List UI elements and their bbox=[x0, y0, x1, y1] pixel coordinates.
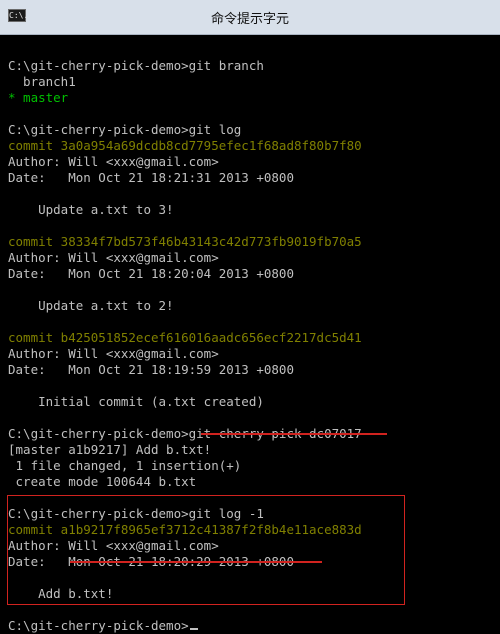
console-line: Author: Will <xxx@gmail.com> bbox=[8, 250, 492, 266]
git-log-highlight-box bbox=[7, 495, 405, 605]
console-line-text: C:\git-cherry-pick-demo> bbox=[8, 618, 189, 633]
console-line: commit b425051852ecef616016aadc656ecf221… bbox=[8, 330, 492, 346]
console-line: 1 file changed, 1 insertion(+) bbox=[8, 458, 492, 474]
console-line-text: Update a.txt to 3! bbox=[8, 202, 174, 217]
console-line: Date: Mon Oct 21 18:19:59 2013 +0800 bbox=[8, 362, 492, 378]
console-line: commit 38334f7bd573f46b43143c42d773fb901… bbox=[8, 234, 492, 250]
console-line-text: Initial commit (a.txt created) bbox=[8, 394, 264, 409]
console-line: branch1 bbox=[8, 74, 492, 90]
console-line: Update a.txt to 2! bbox=[8, 298, 492, 314]
console-line-text: C:\git-cherry-pick-demo>git log bbox=[8, 122, 242, 137]
console-line: Author: Will <xxx@gmail.com> bbox=[8, 154, 492, 170]
console-line-text: Author: Will <xxx@gmail.com> bbox=[8, 154, 219, 169]
console-line-text: 1 file changed, 1 insertion(+) bbox=[8, 458, 242, 473]
text-cursor bbox=[189, 628, 198, 630]
window-title: 命令提示字元 bbox=[210, 12, 289, 27]
console-line-text: create mode 100644 b.txt bbox=[8, 474, 197, 489]
console-line-text: Author: Will <xxx@gmail.com> bbox=[8, 346, 219, 361]
console-line: C:\git-cherry-pick-demo>git log bbox=[8, 122, 492, 138]
console-line-text: branch1 bbox=[8, 74, 76, 89]
command-prompt-window: C:\. 命令提示字元 C:\git-cherry-pick-demo>git … bbox=[0, 0, 500, 633]
console-line: Update a.txt to 3! bbox=[8, 202, 492, 218]
console-line-text: Date: Mon Oct 21 18:21:31 2013 +0800 bbox=[8, 170, 294, 185]
console-line-text: C:\git-cherry-pick-demo>git branch bbox=[8, 58, 264, 73]
console-line: create mode 100644 b.txt bbox=[8, 474, 492, 490]
console-line-text: commit 38334f7bd573f46b43143c42d773fb901… bbox=[8, 234, 362, 249]
console-line-text: * master bbox=[8, 90, 69, 105]
console-line: Date: Mon Oct 21 18:20:04 2013 +0800 bbox=[8, 266, 492, 282]
console-line-text: Update a.txt to 2! bbox=[8, 298, 174, 313]
console-line: Author: Will <xxx@gmail.com> bbox=[8, 346, 492, 362]
commit-date-underline bbox=[70, 561, 322, 563]
console-line: * master bbox=[8, 90, 492, 106]
console-line: commit 3a0a954a69dcdb8cd7795efec1f68ad8f… bbox=[8, 138, 492, 154]
console-line: [master a1b9217] Add b.txt! bbox=[8, 442, 492, 458]
cherry-pick-command-underline bbox=[201, 433, 387, 435]
console-line: C:\git-cherry-pick-demo>git branch bbox=[8, 58, 492, 74]
console-line-text: Date: Mon Oct 21 18:19:59 2013 +0800 bbox=[8, 362, 294, 377]
console-line: Date: Mon Oct 21 18:21:31 2013 +0800 bbox=[8, 170, 492, 186]
console-line: Initial commit (a.txt created) bbox=[8, 394, 492, 410]
console-line-text: commit 3a0a954a69dcdb8cd7795efec1f68ad8f… bbox=[8, 138, 362, 153]
console-line-text: Author: Will <xxx@gmail.com> bbox=[8, 250, 219, 265]
console-line-text: commit b425051852ecef616016aadc656ecf221… bbox=[8, 330, 362, 345]
console-line-text: Date: Mon Oct 21 18:20:04 2013 +0800 bbox=[8, 266, 294, 281]
console-line-text: [master a1b9217] Add b.txt! bbox=[8, 442, 212, 457]
title-bar[interactable]: C:\. 命令提示字元 bbox=[0, 0, 500, 35]
